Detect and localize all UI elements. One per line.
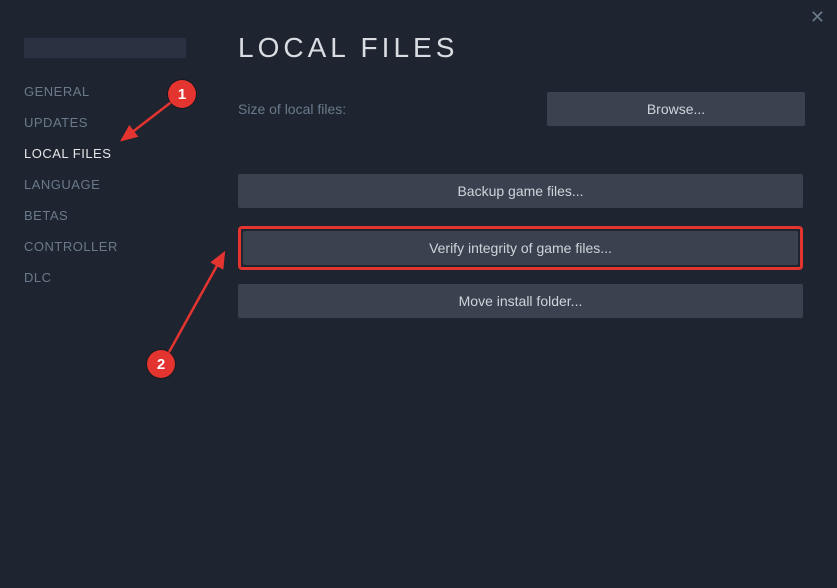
sidebar-item-language[interactable]: LANGUAGE: [0, 169, 210, 200]
properties-window: GENERAL UPDATES LOCAL FILES LANGUAGE BET…: [0, 0, 837, 588]
annotation-badge-2: 2: [147, 350, 175, 378]
verify-integrity-button[interactable]: Verify integrity of game files...: [243, 231, 798, 265]
verify-button-label: Verify integrity of game files...: [429, 240, 612, 256]
sidebar-item-dlc[interactable]: DLC: [0, 262, 210, 293]
verify-highlight-box: Verify integrity of game files...: [238, 226, 803, 270]
sidebar-item-label: UPDATES: [24, 115, 88, 130]
annotation-badge-1: 1: [168, 80, 196, 108]
sidebar-item-updates[interactable]: UPDATES: [0, 107, 210, 138]
size-label: Size of local files:: [238, 101, 346, 117]
browse-button[interactable]: Browse...: [547, 92, 805, 126]
sidebar-item-label: CONTROLLER: [24, 239, 118, 254]
sidebar-item-betas[interactable]: BETAS: [0, 200, 210, 231]
sidebar-title-placeholder: [24, 38, 186, 58]
sidebar-item-label: LOCAL FILES: [24, 146, 111, 161]
sidebar-item-label: GENERAL: [24, 84, 90, 99]
annotation-badge-2-label: 2: [157, 356, 165, 373]
action-button-stack: Backup game files... Verify integrity of…: [238, 174, 803, 318]
size-row: Size of local files: Browse...: [238, 92, 805, 126]
sidebar-item-label: DLC: [24, 270, 52, 285]
move-install-folder-button[interactable]: Move install folder...: [238, 284, 803, 318]
sidebar-item-controller[interactable]: CONTROLLER: [0, 231, 210, 262]
sidebar-item-local-files[interactable]: LOCAL FILES: [0, 138, 210, 169]
annotation-badge-1-label: 1: [178, 86, 186, 103]
page-title: LOCAL FILES: [238, 32, 805, 64]
close-icon[interactable]: ✕: [810, 8, 825, 26]
main-panel: LOCAL FILES Size of local files: Browse.…: [210, 0, 837, 588]
backup-button-label: Backup game files...: [457, 183, 583, 199]
sidebar-item-label: LANGUAGE: [24, 177, 100, 192]
move-button-label: Move install folder...: [459, 293, 583, 309]
backup-game-files-button[interactable]: Backup game files...: [238, 174, 803, 208]
browse-button-label: Browse...: [647, 101, 705, 117]
sidebar-item-label: BETAS: [24, 208, 68, 223]
